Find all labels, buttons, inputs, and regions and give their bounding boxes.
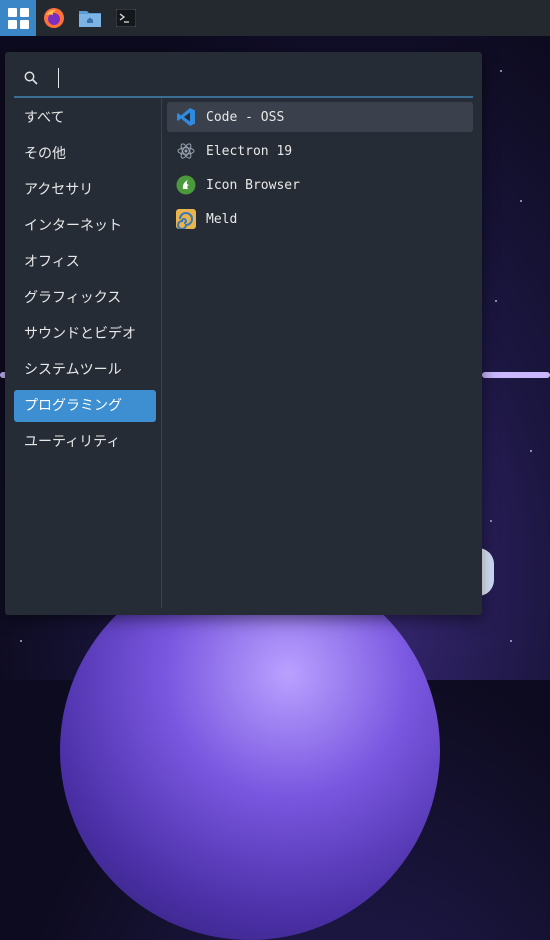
app-item-code-oss[interactable]: Code - OSS xyxy=(167,102,473,132)
category-other[interactable]: その他 xyxy=(14,138,156,170)
vscode-icon xyxy=(175,106,197,128)
firefox-launcher[interactable] xyxy=(36,0,72,36)
terminal-launcher[interactable] xyxy=(108,0,144,36)
planet-ring xyxy=(482,372,550,378)
app-item-meld[interactable]: Meld xyxy=(167,204,473,234)
app-label: Electron 19 xyxy=(206,143,293,159)
category-office[interactable]: オフィス xyxy=(14,246,156,278)
category-all[interactable]: すべて xyxy=(14,102,156,134)
grid-icon xyxy=(7,7,29,29)
app-label: Meld xyxy=(206,211,238,227)
app-item-electron[interactable]: Electron 19 xyxy=(167,136,473,166)
category-system-tools[interactable]: システムツール xyxy=(14,354,156,386)
app-item-icon-browser[interactable]: Icon Browser xyxy=(167,170,473,200)
category-list: すべて その他 アクセサリ インターネット オフィス グラフィックス サウンドと… xyxy=(14,102,156,462)
category-graphics[interactable]: グラフィックス xyxy=(14,282,156,314)
planet xyxy=(60,560,440,940)
icon-browser-icon xyxy=(175,174,197,196)
application-menu: すべて その他 アクセサリ インターネット オフィス グラフィックス サウンドと… xyxy=(5,52,482,615)
app-list: Code - OSS Electron 19 Icon Browser Meld xyxy=(167,102,473,238)
app-label: Code - OSS xyxy=(206,109,285,125)
terminal-icon xyxy=(116,9,136,27)
search-icon xyxy=(24,71,38,85)
folder-icon xyxy=(79,11,101,27)
file-manager-launcher[interactable] xyxy=(72,0,108,36)
category-programming[interactable]: プログラミング xyxy=(14,390,156,422)
taskbar xyxy=(0,0,550,36)
search-input[interactable] xyxy=(50,66,454,92)
app-label: Icon Browser xyxy=(206,177,300,193)
electron-icon xyxy=(175,140,197,162)
meld-icon xyxy=(175,208,197,230)
category-internet[interactable]: インターネット xyxy=(14,210,156,242)
category-sound-video[interactable]: サウンドとビデオ xyxy=(14,318,156,350)
firefox-icon xyxy=(44,8,64,28)
category-utilities[interactable]: ユーティリティ xyxy=(14,426,156,458)
start-menu-button[interactable] xyxy=(0,0,36,36)
category-accessories[interactable]: アクセサリ xyxy=(14,174,156,206)
panel-divider xyxy=(161,98,162,608)
search-bar xyxy=(14,60,473,98)
